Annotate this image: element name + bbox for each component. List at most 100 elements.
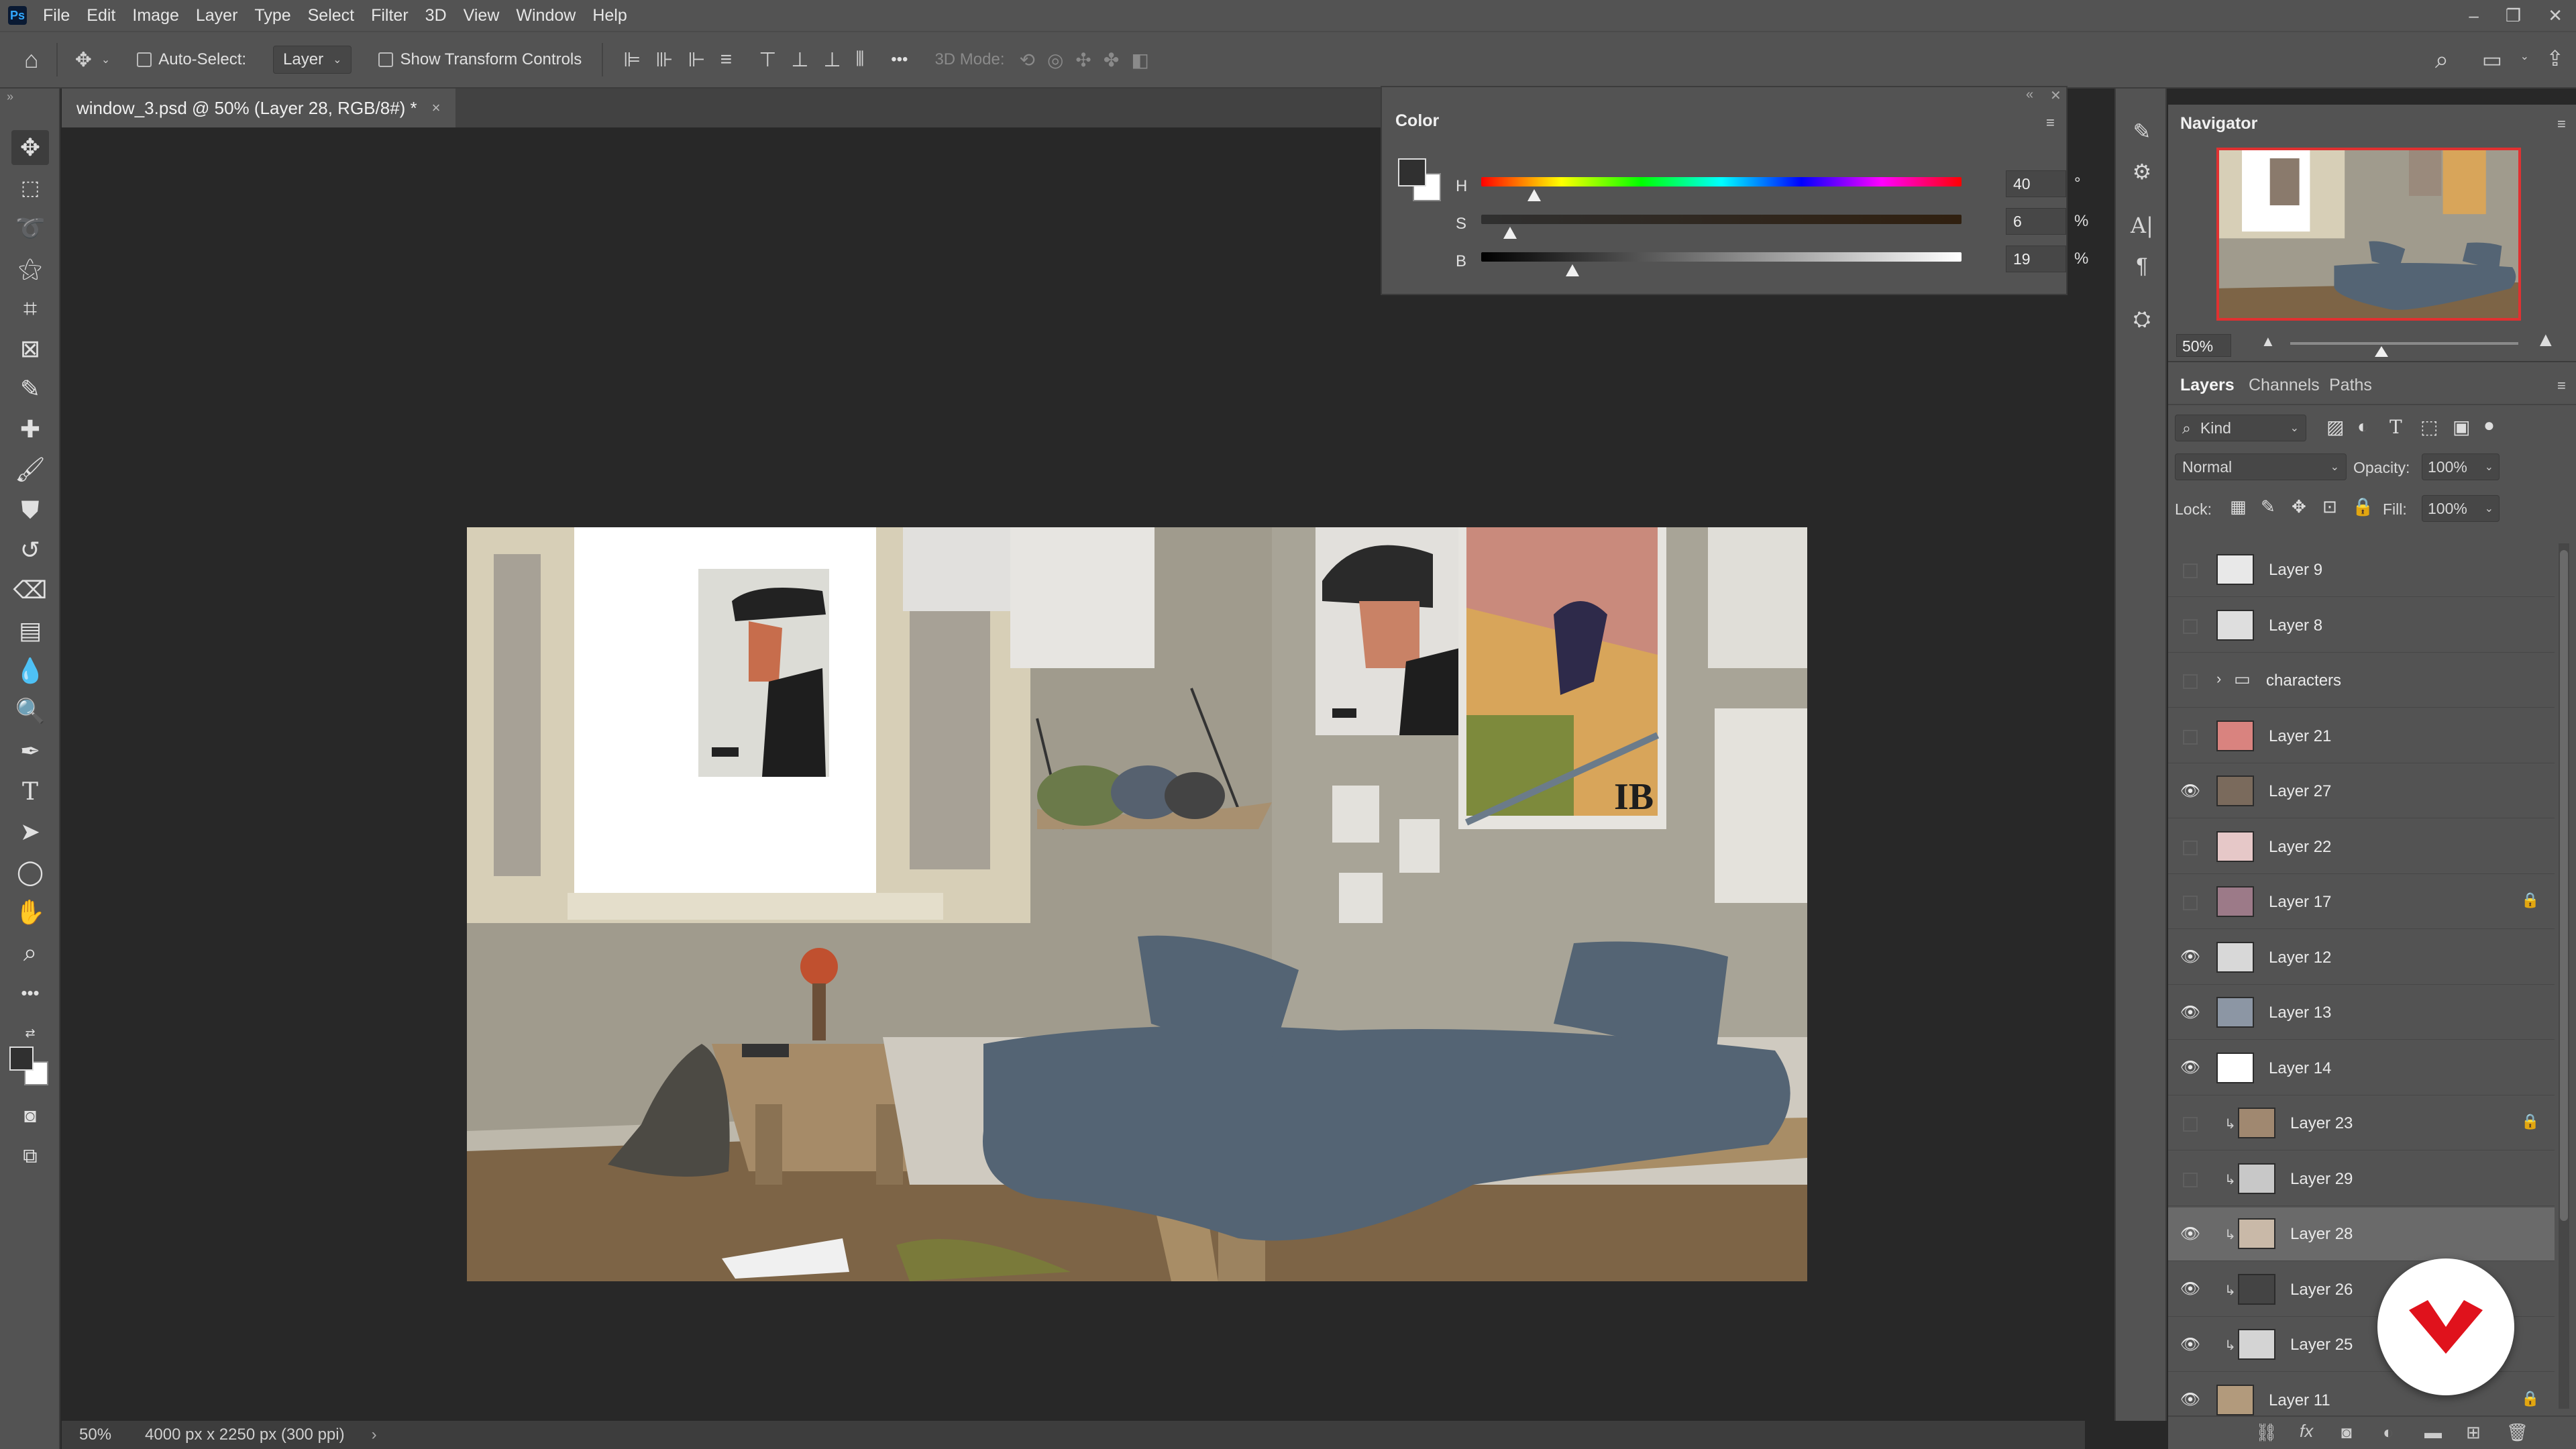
healing-brush-icon[interactable]: ✚ [11, 412, 49, 447]
add-mask-icon[interactable]: ◙ [2341, 1422, 2352, 1443]
zoom-tool-icon[interactable]: ⌕ [11, 935, 49, 970]
brightness-thumb[interactable] [1566, 264, 1580, 276]
layer-name[interactable]: Layer 17 [2269, 893, 2331, 912]
search-icon[interactable]: ⌕ [2435, 46, 2449, 74]
menu-help[interactable]: Help [592, 6, 627, 25]
layer-name[interactable]: Layer 25 [2290, 1336, 2353, 1354]
eye-icon[interactable]: 👁 [2180, 1279, 2200, 1299]
tab-channels[interactable]: Channels [2249, 376, 2320, 395]
hue-value-field[interactable]: 40 [2006, 170, 2066, 197]
visibility-toggle[interactable] [2183, 1172, 2198, 1187]
visibility-toggle[interactable] [2183, 840, 2198, 855]
dodge-tool-icon[interactable]: 🔍 [11, 694, 49, 729]
align-top-icon[interactable]: ⊤ [759, 48, 776, 72]
menu-layer[interactable]: Layer [196, 6, 238, 25]
status-arrow-icon[interactable]: › [372, 1426, 377, 1444]
auto-select-dropdown[interactable]: Layer ⌄ [273, 46, 352, 74]
panel-menu-icon[interactable]: ≡ [2046, 114, 2055, 131]
home-icon[interactable]: ⌂ [24, 46, 39, 74]
blur-tool-icon[interactable]: 💧 [11, 653, 49, 688]
history-brush-icon[interactable]: ↺ [11, 533, 49, 568]
filter-adjustment-icon[interactable]: ◐ [2357, 416, 2369, 437]
visibility-toggle[interactable] [2183, 619, 2198, 634]
saturation-track[interactable] [1481, 215, 1962, 224]
minimize-icon[interactable]: – [2469, 5, 2478, 26]
paragraph-panel-icon[interactable]: ¶ [2125, 250, 2159, 282]
layer-style-icon[interactable]: fx [2300, 1421, 2313, 1442]
foreground-color-swatch[interactable] [1398, 158, 1426, 186]
layer-name[interactable]: Layer 8 [2269, 616, 2322, 635]
path-selection-icon[interactable]: ➤ [11, 814, 49, 849]
adjustment-layer-icon[interactable]: ◐ [2383, 1422, 2394, 1443]
align-right-icon[interactable]: ⊩ [688, 48, 706, 72]
share-icon[interactable]: ⇪ [2546, 46, 2564, 71]
filter-toggle-icon[interactable]: ● [2483, 415, 2495, 436]
eraser-tool-icon[interactable]: ⌫ [11, 573, 49, 608]
saturation-slider[interactable]: S 6 % [1456, 208, 2088, 246]
navigator-title[interactable]: Navigator [2180, 114, 2257, 133]
filter-kind-dropdown[interactable]: ⌕ Kind ⌄ [2175, 415, 2306, 441]
align-center-icon[interactable]: ⊪ [655, 48, 673, 72]
type-tool-icon[interactable]: T [11, 774, 49, 809]
brightness-slider[interactable]: B 19 % [1456, 246, 2088, 283]
gradient-tool-icon[interactable]: ▤ [11, 613, 49, 648]
filter-smart-object-icon[interactable]: ▣ [2453, 416, 2470, 438]
fill-field[interactable]: 100% ⌄ [2422, 495, 2500, 522]
expand-group-icon[interactable]: › [2216, 670, 2221, 688]
hue-slider[interactable]: H 40 ° [1456, 170, 2081, 208]
menu-type[interactable]: Type [254, 6, 290, 25]
close-panel-icon[interactable]: ✕ [2050, 87, 2061, 104]
distribute-vertical-icon[interactable]: ⫴ [856, 48, 865, 71]
collapse-panel-icon[interactable]: « [2026, 87, 2033, 103]
layer-row[interactable]: Layer 9 [2168, 543, 2555, 597]
align-bottom-icon[interactable]: ⊥ [823, 48, 841, 72]
menu-filter[interactable]: Filter [371, 6, 409, 25]
marquee-tool-icon[interactable]: ⬚ [11, 170, 49, 205]
tab-layers[interactable]: Layers [2180, 376, 2235, 395]
screen-mode-icon[interactable]: ⧉ [11, 1139, 49, 1174]
menu-3d[interactable]: 3D [425, 6, 447, 25]
align-middle-icon[interactable]: ⊥ [791, 48, 808, 72]
filter-pixel-icon[interactable]: ▨ [2326, 416, 2344, 438]
saturation-thumb[interactable] [1503, 227, 1517, 239]
hand-tool-icon[interactable]: ✋ [11, 895, 49, 930]
layer-row[interactable]: 👁 Layer 27 [2168, 765, 2555, 818]
layer-name[interactable]: Layer 27 [2269, 782, 2331, 801]
layer-row[interactable]: Layer 21 [2168, 710, 2555, 763]
lock-all-icon[interactable]: 🔒 [2352, 496, 2373, 517]
navigator-zoom-thumb[interactable] [2375, 346, 2388, 357]
layer-name[interactable]: Layer 14 [2269, 1059, 2331, 1078]
frame-tool-icon[interactable]: ⊠ [11, 331, 49, 366]
hue-track[interactable] [1481, 177, 1962, 186]
status-zoom[interactable]: 50% [79, 1426, 111, 1444]
link-layers-icon[interactable]: ⛓ [2255, 1422, 2277, 1443]
lock-position-icon[interactable]: ✥ [2292, 496, 2306, 517]
new-group-icon[interactable]: ▬ [2424, 1422, 2442, 1443]
delete-layer-icon[interactable]: 🗑 [2506, 1422, 2528, 1443]
eye-icon[interactable]: 👁 [2180, 1390, 2200, 1410]
menu-file[interactable]: File [43, 6, 70, 25]
menu-view[interactable]: View [464, 6, 500, 25]
layers-scrollbar[interactable] [2559, 543, 2569, 1409]
distribute-icon[interactable]: ≡ [720, 48, 733, 71]
layer-name[interactable]: Layer 23 [2290, 1114, 2353, 1133]
new-layer-icon[interactable]: ⊞ [2466, 1422, 2481, 1443]
eye-icon[interactable]: 👁 [2180, 1002, 2200, 1022]
blend-mode-dropdown[interactable]: Normal ⌄ [2175, 453, 2347, 480]
layer-name[interactable]: characters [2266, 672, 2341, 690]
quick-mask-icon[interactable]: ◙ [11, 1099, 49, 1134]
eye-icon[interactable]: 👁 [2180, 1058, 2200, 1078]
visibility-toggle[interactable] [2183, 729, 2198, 745]
visibility-toggle[interactable] [2183, 1117, 2198, 1132]
color-panel-title[interactable]: Color [1395, 111, 1439, 131]
visibility-toggle[interactable] [2183, 896, 2198, 910]
layer-row[interactable]: Layer 22 [2168, 820, 2555, 874]
foreground-color-swatch[interactable] [9, 1046, 34, 1071]
workspace-caret-icon[interactable]: ⌄ [2520, 50, 2529, 63]
align-left-icon[interactable]: ⊫ [623, 48, 641, 72]
layer-name[interactable]: Layer 26 [2290, 1281, 2353, 1299]
lock-transparent-icon[interactable]: ▦ [2230, 496, 2247, 517]
crop-tool-icon[interactable]: ⌗ [11, 291, 49, 326]
layer-name[interactable]: Layer 13 [2269, 1004, 2331, 1022]
saturation-value-field[interactable]: 6 [2006, 208, 2066, 235]
